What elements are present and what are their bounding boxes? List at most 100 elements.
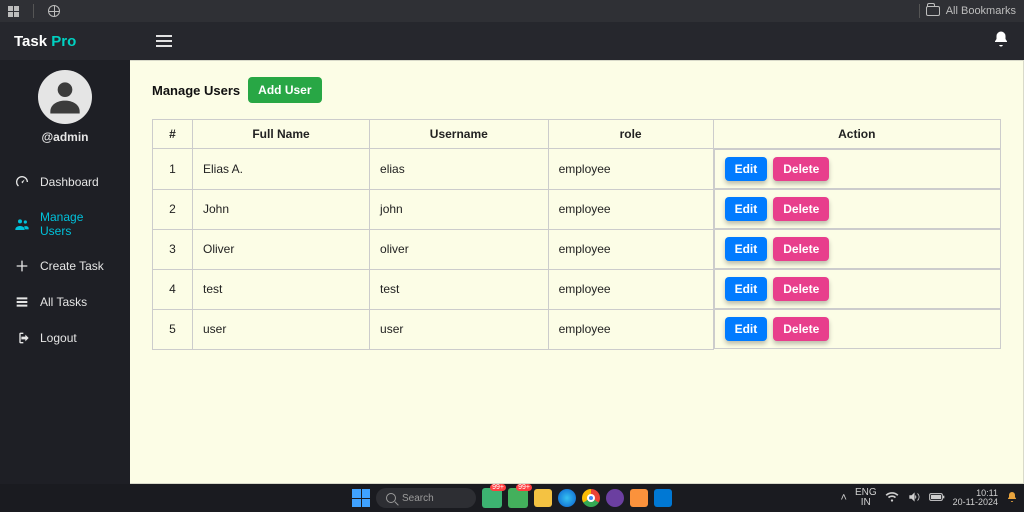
cell-fullname: Elias A. — [193, 149, 370, 190]
cell-actions: EditDelete — [714, 269, 1001, 309]
col-fullname: Full Name — [193, 120, 370, 149]
cell-actions: EditDelete — [714, 149, 1001, 189]
table-header-row: # Full Name Username role Action — [153, 120, 1001, 149]
list-icon — [14, 294, 30, 310]
badge: 99+ — [516, 484, 532, 491]
table-row: 1Elias A.eliasemployeeEditDelete — [153, 149, 1001, 190]
taskbar-app-1[interactable]: 99+ — [482, 488, 502, 508]
col-username: Username — [370, 120, 549, 149]
edit-button[interactable]: Edit — [725, 317, 768, 341]
cell-role: employee — [548, 149, 713, 190]
sidebar-username: @admin — [41, 130, 88, 144]
brand: Task Pro — [14, 33, 76, 50]
cell-username: user — [370, 309, 549, 349]
taskbar-chrome-icon[interactable] — [582, 489, 600, 507]
all-bookmarks-link[interactable]: All Bookmarks — [926, 5, 1016, 17]
edit-button[interactable]: Edit — [725, 157, 768, 181]
notification-center-icon[interactable] — [1006, 491, 1018, 506]
folder-icon — [926, 6, 940, 16]
notifications-icon[interactable] — [992, 30, 1010, 53]
table-row: 4testtestemployeeEditDelete — [153, 269, 1001, 309]
sidebar-item-label: All Tasks — [40, 295, 87, 309]
add-user-button[interactable]: Add User — [248, 77, 321, 103]
cell-index: 2 — [153, 189, 193, 229]
sound-icon[interactable] — [907, 490, 921, 507]
delete-button[interactable]: Delete — [773, 157, 829, 181]
sidebar-item-manage-users[interactable]: Manage Users — [0, 200, 130, 248]
users-table: # Full Name Username role Action 1Elias … — [152, 119, 1001, 350]
cell-username: john — [370, 189, 549, 229]
cell-index: 5 — [153, 309, 193, 349]
wifi-icon[interactable] — [885, 490, 899, 507]
delete-button[interactable]: Delete — [773, 277, 829, 301]
cell-fullname: test — [193, 269, 370, 309]
sidebar-item-label: Dashboard — [40, 175, 99, 189]
col-action: Action — [713, 120, 1000, 149]
sidebar-item-all-tasks[interactable]: All Tasks — [0, 284, 130, 320]
clock[interactable]: 10:11 20-11-2024 — [953, 489, 998, 508]
cell-fullname: John — [193, 189, 370, 229]
cell-index: 1 — [153, 149, 193, 190]
start-icon[interactable] — [352, 489, 370, 507]
sidebar-item-label: Create Task — [40, 259, 104, 273]
cell-actions: EditDelete — [714, 189, 1001, 229]
taskbar-xampp-icon[interactable] — [630, 489, 648, 507]
sidebar-item-create-task[interactable]: Create Task — [0, 248, 130, 284]
delete-button[interactable]: Delete — [773, 237, 829, 261]
cell-fullname: Oliver — [193, 229, 370, 269]
search-icon — [386, 493, 396, 503]
sidebar: @admin Dashboard Manage Users Create Tas… — [0, 60, 130, 484]
globe-icon[interactable] — [48, 5, 60, 17]
cell-username: oliver — [370, 229, 549, 269]
cell-actions: EditDelete — [714, 229, 1001, 269]
windows-taskbar: Search 99+ 99+ ˄ ENG IN 10:11 20- — [0, 484, 1024, 512]
sidebar-item-label: Manage Users — [40, 210, 116, 238]
sidebar-nav: Dashboard Manage Users Create Task All T… — [0, 164, 130, 356]
cell-role: employee — [548, 309, 713, 349]
table-row: 3OliveroliveremployeeEditDelete — [153, 229, 1001, 269]
battery-icon[interactable] — [929, 491, 945, 506]
gauge-icon — [14, 174, 30, 190]
edit-button[interactable]: Edit — [725, 237, 768, 261]
edit-button[interactable]: Edit — [725, 197, 768, 221]
sidebar-item-dashboard[interactable]: Dashboard — [0, 164, 130, 200]
language-indicator[interactable]: ENG IN — [855, 488, 877, 509]
brand-pro: Pro — [51, 33, 76, 50]
users-icon — [14, 216, 30, 232]
table-row: 5useruseremployeeEditDelete — [153, 309, 1001, 349]
taskbar-explorer-icon[interactable] — [534, 489, 552, 507]
menu-toggle-icon[interactable] — [156, 35, 172, 47]
taskbar-edge-icon[interactable] — [558, 489, 576, 507]
tray-chevron-icon[interactable]: ˄ — [841, 492, 847, 504]
browser-bookmarks-bar: All Bookmarks — [0, 0, 1024, 22]
taskbar-app-2[interactable]: 99+ — [508, 488, 528, 508]
taskbar-search[interactable]: Search — [376, 488, 476, 508]
cell-actions: EditDelete — [714, 309, 1001, 349]
cell-index: 4 — [153, 269, 193, 309]
plus-icon — [14, 258, 30, 274]
app-header: Task Pro — [0, 22, 1024, 60]
taskbar-vscode-icon[interactable] — [654, 489, 672, 507]
sidebar-item-logout[interactable]: Logout — [0, 320, 130, 356]
taskbar-app-3[interactable] — [606, 489, 624, 507]
sidebar-item-label: Logout — [40, 331, 77, 345]
table-row: 2JohnjohnemployeeEditDelete — [153, 189, 1001, 229]
apps-icon[interactable] — [8, 6, 19, 17]
cell-fullname: user — [193, 309, 370, 349]
avatar-block: @admin — [38, 70, 92, 144]
taskbar-search-placeholder: Search — [402, 493, 434, 504]
edit-button[interactable]: Edit — [725, 277, 768, 301]
badge: 99+ — [490, 484, 506, 491]
delete-button[interactable]: Delete — [773, 317, 829, 341]
cell-username: test — [370, 269, 549, 309]
delete-button[interactable]: Delete — [773, 197, 829, 221]
page-title: Manage Users — [152, 83, 240, 98]
all-bookmarks-label: All Bookmarks — [946, 5, 1016, 17]
col-index: # — [153, 120, 193, 149]
cell-index: 3 — [153, 229, 193, 269]
avatar[interactable] — [38, 70, 92, 124]
logout-icon — [14, 330, 30, 346]
main-content: Manage Users Add User # Full Name Userna… — [130, 60, 1024, 484]
cell-role: employee — [548, 229, 713, 269]
cell-role: employee — [548, 189, 713, 229]
